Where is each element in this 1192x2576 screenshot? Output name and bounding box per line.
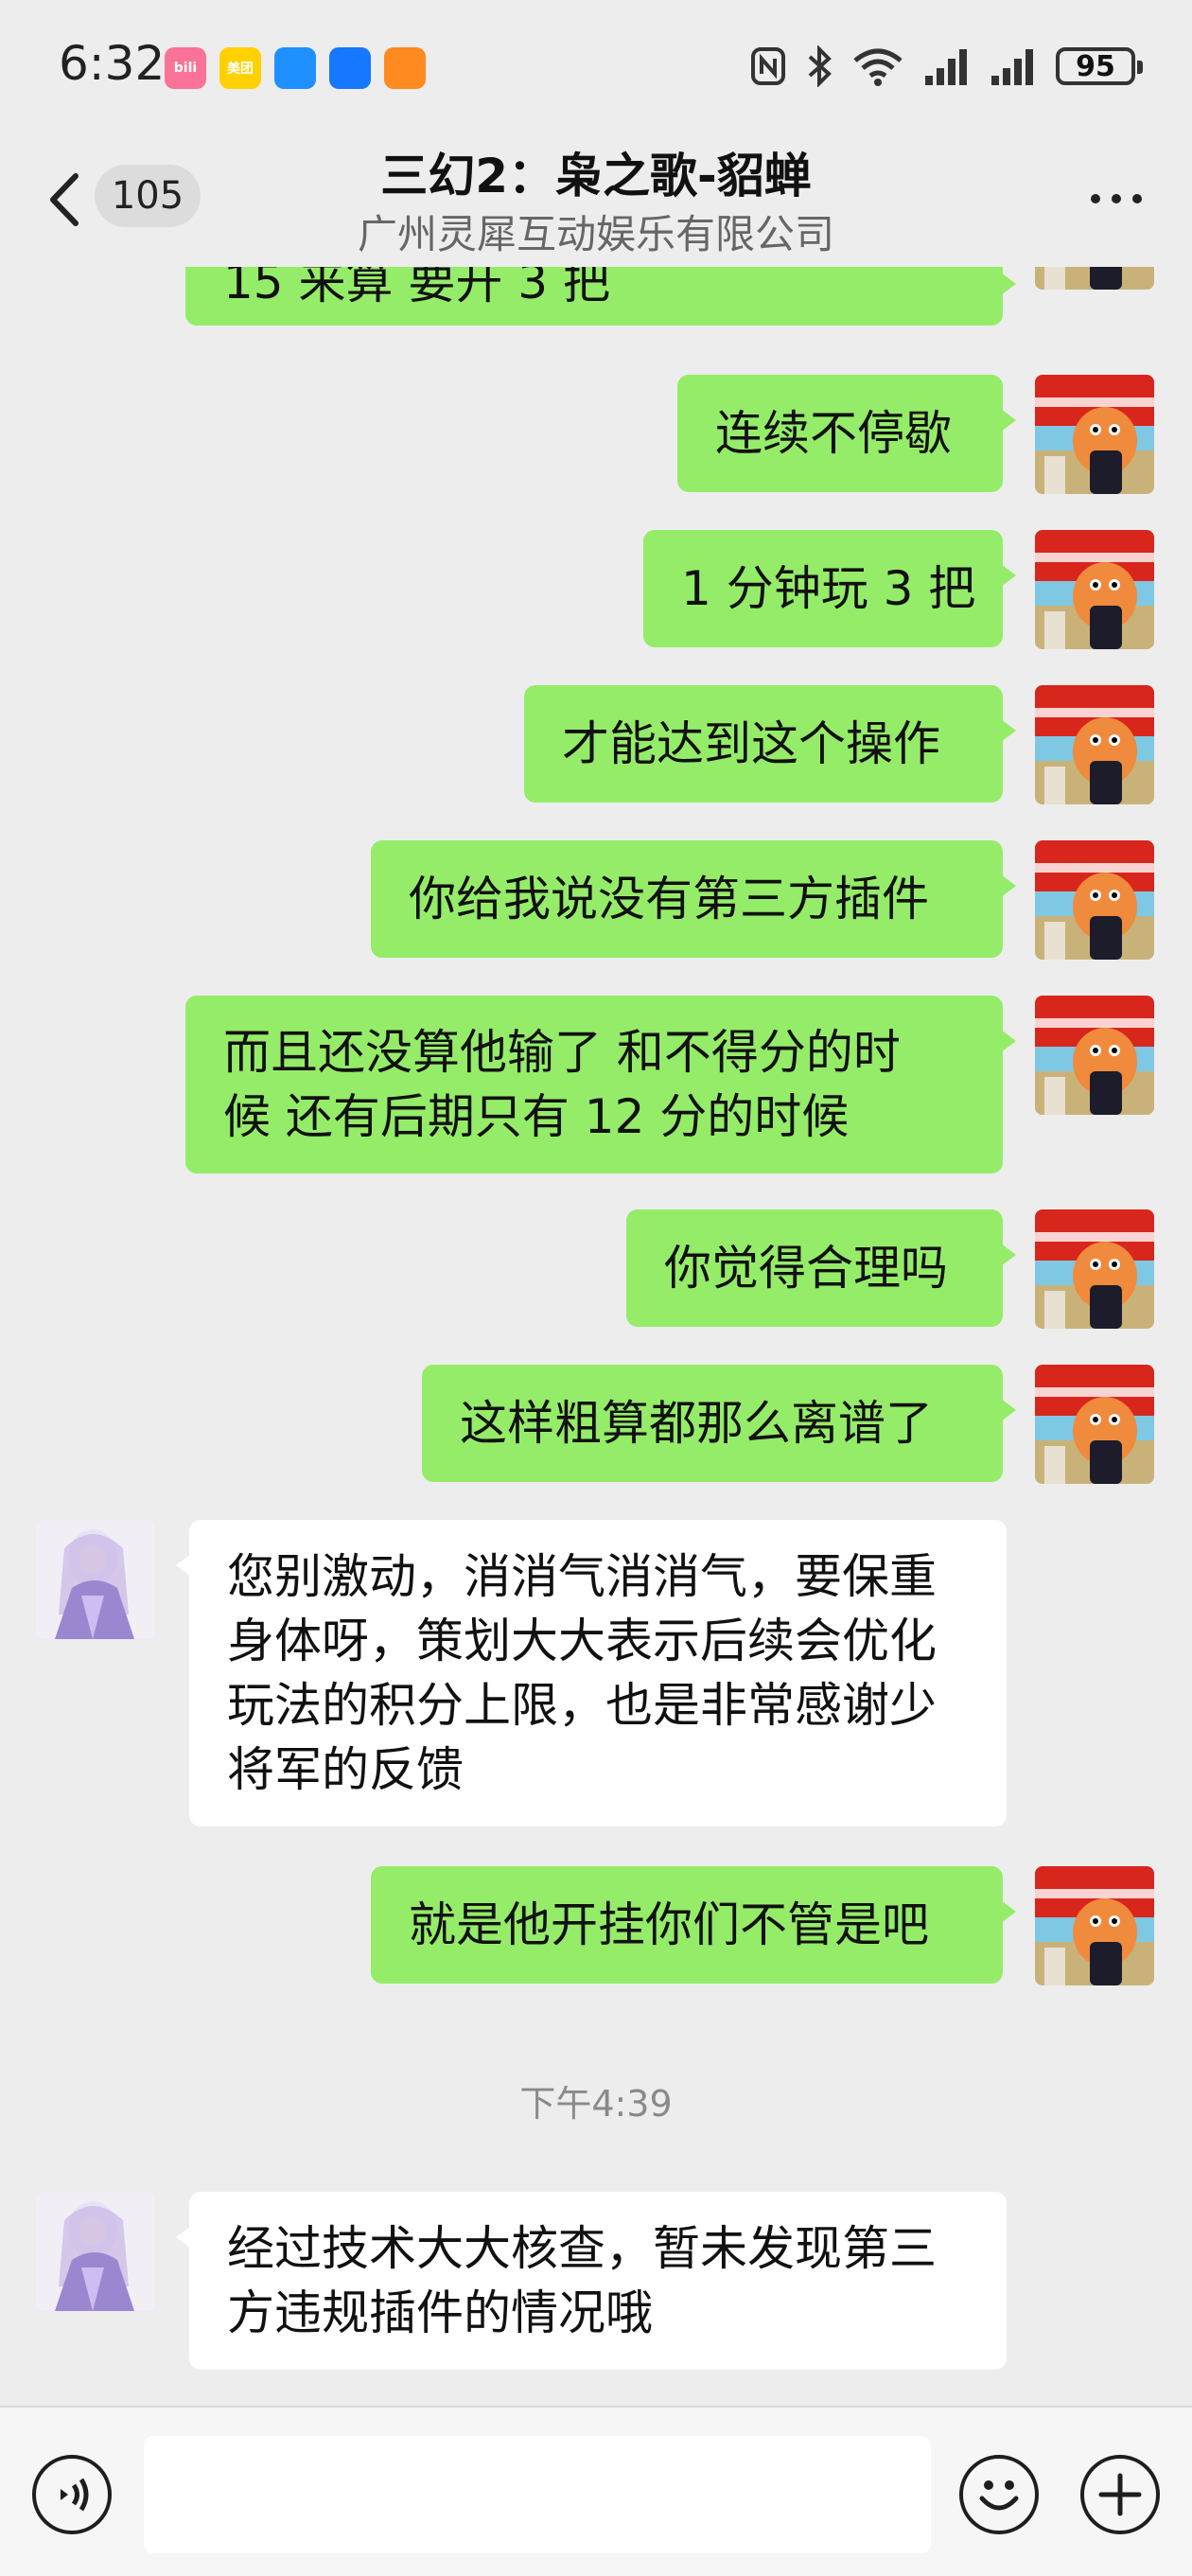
my-avatar[interactable] [1035, 1866, 1154, 1985]
message-text: 玩法的积分上限，也是非常感谢少 [227, 1678, 937, 1733]
outgoing-message[interactable]: 你觉得合理吗 [626, 1209, 1016, 1327]
message-text: 方违规插件的情况哦 [227, 2285, 653, 2340]
contact-avatar[interactable] [36, 2192, 155, 2311]
outgoing-message[interactable]: 而且还没算他输了 和不得分的时候 还有后期只有 12 分的时候 [185, 996, 1016, 1173]
more-options-button[interactable] [1078, 170, 1154, 227]
my-avatar[interactable] [1035, 530, 1154, 649]
message-text: 你觉得合理吗 [664, 1241, 948, 1296]
message-text: 你给我说没有第三方插件 [409, 872, 929, 926]
status-indicators: 95 [749, 38, 1143, 95]
battery-icon: 95 [1056, 47, 1143, 85]
my-avatar[interactable] [1035, 267, 1154, 290]
more-dot-icon [1091, 194, 1100, 203]
incoming-message[interactable]: 经过技术大大核查，暂未发现第三 方违规插件的情况哦 [176, 2192, 1007, 2370]
signal-icon-1 [925, 49, 967, 85]
message-text: 这样粗算都那么离谱了 [460, 1396, 933, 1451]
message-text: 才能达到这个操作 [562, 716, 940, 771]
message-text: 连续不停歇 [715, 406, 952, 461]
meituan-icon: 美团 [219, 47, 261, 89]
message-text: 候 还有后期只有 12 分的时候 [223, 1089, 850, 1144]
my-avatar[interactable] [1035, 1365, 1154, 1484]
more-dot-icon [1132, 194, 1142, 203]
message-text: 身体呀，策划大大表示后续会优化 [227, 1614, 937, 1668]
my-avatar[interactable] [1035, 1209, 1154, 1329]
more-functions-button[interactable] [1080, 2455, 1160, 2534]
voice-icon [61, 2478, 89, 2512]
voice-input-button[interactable] [32, 2455, 112, 2534]
outgoing-message[interactable]: 才能达到这个操作 [524, 685, 1016, 803]
my-avatar[interactable] [1035, 685, 1154, 804]
chat-subtitle: 广州灵犀互动娱乐有限公司 [357, 211, 834, 257]
bilibili-icon: bili [165, 47, 206, 89]
message-text: 经过技术大大核查，暂未发现第三 [227, 2221, 937, 2276]
signal-icon-2 [991, 49, 1033, 85]
status-time: 6:32 [59, 36, 166, 91]
message-text: 将军的反馈 [227, 1742, 464, 1797]
pay-icon [329, 47, 371, 89]
message-timestamp: 下午4:39 [519, 2083, 673, 2125]
my-avatar[interactable] [1035, 840, 1154, 960]
notes-icon [384, 47, 426, 89]
my-avatar[interactable] [1035, 996, 1154, 1115]
input-bar [0, 2406, 1192, 2576]
contact-avatar[interactable] [36, 1520, 155, 1639]
bluetooth-icon [808, 45, 832, 87]
emoji-button[interactable] [959, 2455, 1039, 2534]
more-dot-icon [1112, 194, 1121, 203]
outgoing-message[interactable]: 你给我说没有第三方插件 [371, 840, 1016, 958]
incoming-message[interactable]: 您别激动，消消气消消气，要保重 身体呀，策划大大表示后续会优化 玩法的积分上限，也是… [176, 1520, 1007, 1826]
message-text: 1 分钟玩 3 把 [681, 561, 976, 616]
outgoing-message[interactable]: 就是他开挂你们不管是吧 [371, 1866, 1016, 1984]
my-avatar[interactable] [1035, 375, 1154, 494]
smiley-icon [979, 2480, 1019, 2511]
wifi-icon [853, 48, 903, 86]
status-bar: 6:32 bili 美团 95 [0, 0, 1192, 132]
messages-icon [274, 47, 316, 89]
chat-header: 105 三幻2：枭之歌-貂蝉 广州灵犀互动娱乐有限公司 [0, 132, 1192, 267]
nfc-icon [751, 47, 785, 85]
message-text: 您别激动，消消气消消气，要保重 [227, 1549, 937, 1604]
outgoing-message[interactable]: 15 来算 要开 3 把 [185, 267, 1016, 326]
outgoing-message[interactable]: 这样粗算都那么离谱了 [422, 1365, 1016, 1482]
message-list[interactable]: 15 来算 要开 3 把连续不停歇 1 分钟玩 3 把才能达到这个操作你给我说没有… [0, 267, 1192, 2406]
message-text: 15 来算 要开 3 把 [223, 267, 611, 309]
message-text: 而且还没算他输了 和不得分的时 [223, 1025, 901, 1080]
message-input[interactable] [144, 2436, 931, 2553]
message-text: 就是他开挂你们不管是吧 [409, 1897, 929, 1952]
outgoing-message[interactable]: 连续不停歇 [677, 375, 1016, 492]
outgoing-message[interactable]: 1 分钟玩 3 把 [643, 530, 1016, 647]
chat-title: 三幻2：枭之歌-貂蝉 [380, 149, 812, 203]
plus-icon [1098, 2473, 1142, 2516]
